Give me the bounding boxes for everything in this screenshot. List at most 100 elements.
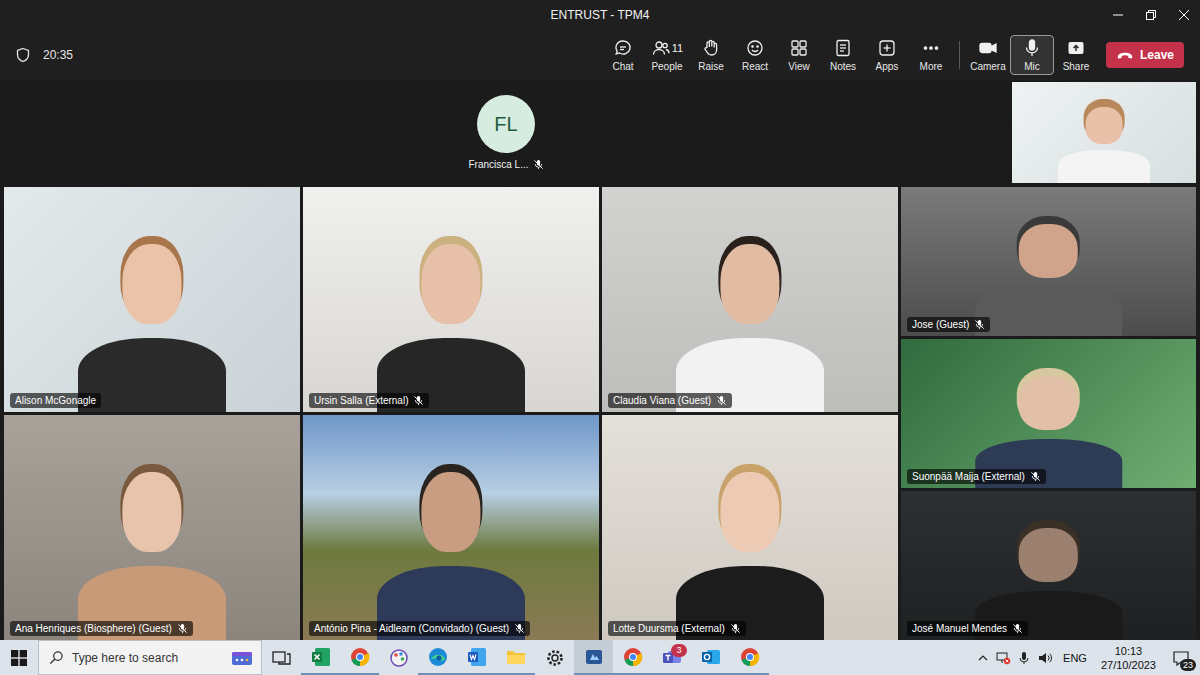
chevron-up-icon[interactable] (977, 652, 989, 664)
taskview-icon (270, 646, 294, 670)
close-icon (1178, 9, 1190, 21)
avatar: FL (477, 95, 535, 153)
paint-taskbar-button[interactable] (379, 640, 418, 675)
outlook-taskbar-button[interactable] (691, 640, 730, 675)
language-indicator[interactable]: ENG (1063, 652, 1087, 664)
chrome-icon (621, 645, 645, 669)
muted-mic-icon (1012, 623, 1023, 634)
settings-taskbar-button[interactable] (535, 640, 574, 675)
microphone-icon[interactable] (1017, 650, 1031, 666)
muted-mic-icon (1030, 471, 1041, 482)
name-label: José Manuel Mendes (907, 621, 1028, 636)
apps-button[interactable]: Apps (865, 35, 909, 75)
windows-logo-icon (11, 650, 27, 666)
volume-icon[interactable] (1037, 650, 1053, 666)
react-icon (745, 38, 765, 58)
participant-tile: Alison McGonagle (4, 187, 300, 412)
toolbar-separator (959, 41, 960, 69)
participant-count: 11 (672, 42, 683, 54)
participant-tile: António Pina - Aidlearn (Convidado) (Gue… (303, 415, 599, 640)
chat-button[interactable]: Chat (601, 35, 645, 75)
participant-tile: Jose (Guest) (901, 187, 1196, 336)
participant-tile: José Manuel Mendes (901, 491, 1196, 640)
chrome-icon (348, 645, 372, 669)
apps-icon (877, 38, 897, 58)
window-title: ENTRUST - TPM4 (551, 8, 650, 22)
edge-taskbar-button[interactable] (418, 640, 457, 675)
participant-name: Francisca L... (468, 159, 528, 170)
chrome-taskbar-button[interactable] (340, 640, 379, 675)
name-label: Alison McGonagle (10, 393, 101, 408)
share-button[interactable]: Share (1054, 35, 1098, 75)
mic-icon (1022, 38, 1042, 58)
mic-button[interactable]: Mic (1010, 35, 1054, 75)
name-label: Ana Henriques (Biosphere) (Guest) (10, 621, 193, 636)
start-button[interactable] (0, 640, 38, 675)
edge-icon (426, 645, 450, 669)
notification-count: 23 (1180, 659, 1196, 671)
network-icon[interactable] (995, 650, 1011, 666)
restore-icon (1145, 9, 1157, 21)
participant-tile: Claudia Viana (Guest) (602, 187, 898, 412)
teams-taskbar-button[interactable]: 3 (652, 640, 691, 675)
meeting-stage: FL Francisca L... Alison McGonagle Ursin Sa… (0, 80, 1200, 640)
outlook-icon (699, 645, 723, 669)
muted-mic-icon (974, 319, 985, 330)
word-icon (465, 645, 489, 669)
taskview-taskbar-button[interactable] (262, 640, 301, 675)
minimize-button[interactable] (1101, 0, 1134, 30)
taskbar: Type here to search 3 ENG 10:1327/10/2023 23 (0, 640, 1200, 675)
react-button[interactable]: React (733, 35, 777, 75)
muted-mic-icon (730, 623, 741, 634)
participant-video (377, 465, 525, 641)
meeting-toolbar: 20:35Chat11PeopleRaiseReactViewNotesApps… (0, 30, 1200, 80)
system-tray: ENG 10:1327/10/2023 23 (977, 640, 1200, 675)
muted-mic-icon (413, 395, 424, 406)
shield-icon (15, 47, 31, 63)
participant-video (1058, 104, 1150, 183)
close-window-button[interactable] (1167, 0, 1200, 30)
muted-mic-icon (716, 395, 727, 406)
notifications-button[interactable]: 23 (1166, 640, 1196, 675)
leave-button[interactable]: Leave (1106, 42, 1184, 68)
participant-tile: Ursin Salla (External) (303, 187, 599, 412)
snip-icon (582, 645, 606, 669)
explorer-taskbar-button[interactable] (496, 640, 535, 675)
name-label: Suonpää Maija (External) (907, 469, 1046, 484)
participant-video (676, 465, 824, 641)
window-controls (1101, 0, 1200, 30)
camera-button[interactable]: Camera (966, 35, 1010, 75)
camera-icon (978, 38, 998, 58)
view-button[interactable]: View (777, 35, 821, 75)
restore-button[interactable] (1134, 0, 1167, 30)
chat-icon (613, 38, 633, 58)
clock[interactable]: 10:1327/10/2023 (1097, 644, 1160, 672)
excel-taskbar-button[interactable] (301, 640, 340, 675)
search-icon (49, 650, 64, 665)
calendar-widget-icon (229, 649, 255, 667)
teams-meeting-window: ENTRUST - TPM420:35Chat11PeopleRaiseReac… (0, 0, 1200, 675)
minimize-icon (1112, 9, 1124, 21)
participant-video (676, 237, 824, 413)
word-taskbar-button[interactable] (457, 640, 496, 675)
participant-video (78, 465, 226, 641)
chrome-icon (738, 645, 762, 669)
raise-button[interactable]: Raise (689, 35, 733, 75)
more-button[interactable]: More (909, 35, 953, 75)
notification-badge: 3 (671, 644, 687, 657)
title-bar: ENTRUST - TPM4 (0, 0, 1200, 30)
snip-taskbar-button[interactable] (574, 640, 613, 675)
name-label: Lotte Duursma (External) (608, 621, 746, 636)
notes-button[interactable]: Notes (821, 35, 865, 75)
chrome-taskbar-button[interactable] (730, 640, 769, 675)
chrome-taskbar-button[interactable] (613, 640, 652, 675)
audio-participant: FL Francisca L... (4, 82, 1008, 183)
explorer-icon (504, 645, 528, 669)
people-button[interactable]: 11People (645, 35, 689, 75)
participant-video (377, 237, 525, 413)
settings-icon (543, 646, 567, 670)
taskbar-search[interactable]: Type here to search (38, 640, 262, 675)
view-icon (789, 38, 809, 58)
more-icon (921, 38, 941, 58)
participant-video (78, 237, 226, 413)
